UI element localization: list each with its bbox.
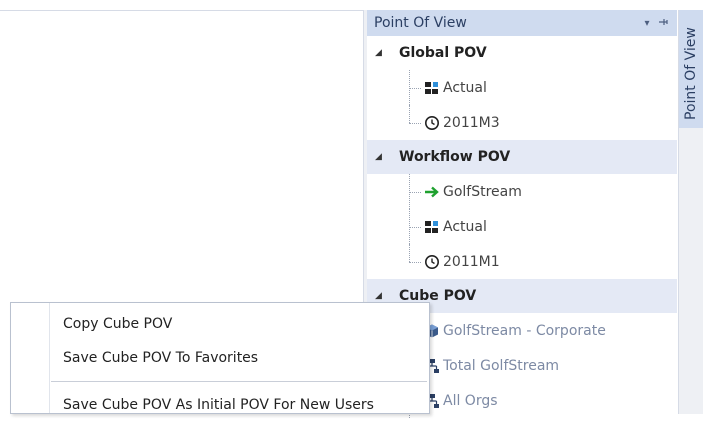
tree-group-label: Global POV bbox=[399, 45, 487, 61]
menu-item-label: Save Cube POV To Favorites bbox=[63, 350, 259, 366]
tree-item-label: GolfStream - Corporate bbox=[443, 322, 606, 339]
tree-group-global-pov[interactable]: ◢ Global POV bbox=[367, 36, 677, 70]
menu-separator bbox=[51, 381, 427, 382]
tree-item-label: 2011M1 bbox=[443, 253, 500, 270]
clock-icon bbox=[423, 253, 441, 271]
pov-panel-title: Point Of View bbox=[374, 15, 467, 31]
tree-item[interactable]: Actual bbox=[367, 70, 677, 105]
tree-item-label: GolfStream bbox=[443, 183, 522, 200]
side-tab-strip: Point Of View bbox=[678, 10, 703, 414]
tree-item-label: Actual bbox=[443, 218, 487, 235]
menu-item-save-cube-pov-as-initial[interactable]: Save Cube POV As Initial POV For New Use… bbox=[11, 389, 429, 421]
tree-group-workflow-pov[interactable]: ◢ Workflow POV bbox=[367, 140, 677, 174]
workspace-border bbox=[0, 10, 365, 11]
pin-icon[interactable] bbox=[655, 16, 671, 31]
tab-point-of-view[interactable]: Point Of View bbox=[679, 10, 703, 128]
side-tab-label: Point Of View bbox=[683, 27, 699, 120]
tree-item-label: Total GolfStream bbox=[443, 357, 560, 374]
pov-panel-header: Point Of View ▾ bbox=[367, 10, 677, 36]
menu-item-label: Save Cube POV As Initial POV For New Use… bbox=[63, 397, 374, 413]
dropdown-icon[interactable]: ▾ bbox=[639, 18, 655, 29]
tree-item-label: Actual bbox=[443, 79, 487, 96]
menu-item-label: Copy Cube POV bbox=[63, 316, 173, 332]
collapse-arrow-icon[interactable]: ◢ bbox=[375, 152, 399, 162]
tree-item-label: All Orgs bbox=[443, 392, 498, 409]
collapse-arrow-icon[interactable]: ◢ bbox=[375, 48, 399, 58]
tree-item[interactable]: Actual bbox=[367, 209, 677, 244]
menu-item-save-cube-pov-to-favorites[interactable]: Save Cube POV To Favorites bbox=[11, 342, 429, 374]
menu-item-copy-cube-pov[interactable]: Copy Cube POV bbox=[11, 308, 429, 340]
green-arrow-icon bbox=[423, 183, 441, 201]
context-menu: Copy Cube POV Save Cube POV To Favorites… bbox=[10, 302, 430, 414]
collapse-arrow-icon[interactable]: ◢ bbox=[375, 291, 399, 301]
tree-group-label: Workflow POV bbox=[399, 149, 511, 165]
clock-icon bbox=[423, 114, 441, 132]
tree-item[interactable]: 2011M3 bbox=[367, 105, 677, 140]
tree-item[interactable]: 2011M1 bbox=[367, 244, 677, 279]
scenario-icon bbox=[423, 218, 441, 236]
tree-item[interactable]: GolfStream bbox=[367, 174, 677, 209]
scenario-icon bbox=[423, 79, 441, 97]
tree-item-label: 2011M3 bbox=[443, 114, 500, 131]
